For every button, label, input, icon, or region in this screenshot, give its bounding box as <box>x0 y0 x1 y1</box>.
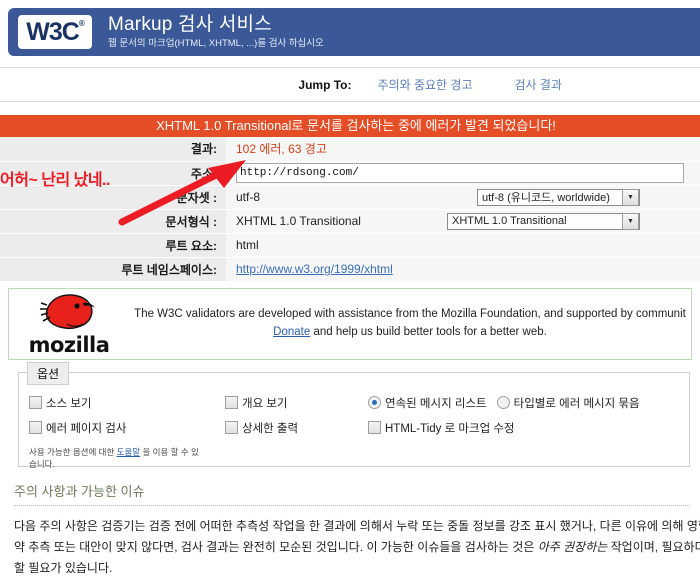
mozilla-wordmark: mozilla <box>28 332 110 357</box>
validation-info-table: 결과: 102 에러, 63 경고 주소: 문자셋 : utf-8 utf-8 … <box>0 137 700 282</box>
row-label-root-element: 루트 요소: <box>0 233 226 258</box>
mozilla-logo: mozilla <box>9 291 129 357</box>
jump-link-results[interactable]: 검사 결과 <box>515 76 563 93</box>
mozilla-sponsor-banner: mozilla The W3C validators are developed… <box>8 287 692 360</box>
charset-select[interactable]: utf-8 (유니코드, worldwide) ▼ <box>477 188 640 206</box>
row-value-doctype: XHTML 1.0 Transitional XHTML 1.0 Transit… <box>226 209 700 234</box>
root-namespace-link[interactable]: http://www.w3.org/1999/xhtml <box>236 262 393 276</box>
table-row-result: 결과: 102 에러, 63 경고 <box>0 137 700 162</box>
help-link[interactable]: 도움말 <box>117 447 140 457</box>
mozilla-banner-text: The W3C validators are developed with as… <box>129 306 691 342</box>
option-show-source[interactable]: 소스 보기 <box>29 395 225 411</box>
row-value-address <box>226 161 700 186</box>
row-value-result: 102 에러, 63 경고 <box>226 137 700 162</box>
option-label: 개요 보기 <box>242 397 288 410</box>
radio-option-grouped[interactable]: 타입별로 에러 메시지 묶음 <box>496 395 640 411</box>
options-grid: 소스 보기 개요 보기 연속된 메시지 리스트 타입별로 에러 메시지 묶음 에… <box>19 373 689 436</box>
radio-option-list[interactable]: 연속된 메시지 리스트 <box>368 395 487 411</box>
radio-icon[interactable] <box>368 396 381 409</box>
doctype-value-text: XHTML 1.0 Transitional <box>236 214 361 228</box>
dinosaur-icon <box>40 293 95 329</box>
checkbox-icon[interactable] <box>29 396 42 409</box>
donate-link[interactable]: Donate <box>273 326 310 338</box>
option-label: 소스 보기 <box>46 397 92 410</box>
row-value-root-namespace: http://www.w3.org/1999/xhtml <box>226 257 700 282</box>
notes-heading: 주의 사항과 가능한 이슈 <box>14 481 690 506</box>
page-header: W3C ® Markup 검사 서비스 웹 문서의 마크업(HTML, XHTML… <box>0 0 700 68</box>
registered-mark-icon: ® <box>78 18 85 28</box>
notes-paragraph: 다음 주의 사항은 검증기는 검증 전에 어떠한 추측성 작업을 한 결과에 의… <box>14 516 700 579</box>
options-fieldset: 옵션 소스 보기 개요 보기 연속된 메시지 리스트 타입별로 에러 메시지 묶… <box>18 361 690 469</box>
validation-error-banner: XHTML 1.0 Transitional로 문서를 검사하는 중에 에러가 … <box>0 115 700 137</box>
checkbox-icon[interactable] <box>368 421 381 434</box>
row-label-root-namespace: 루트 네임스페이스: <box>0 257 226 282</box>
jump-to-label: Jump To: <box>298 77 352 92</box>
notes-line-1: 다음 주의 사항은 검증기는 검증 전에 어떠한 추측성 작업을 한 결과에 의… <box>14 518 700 533</box>
row-value-charset: utf-8 utf-8 (유니코드, worldwide) ▼ <box>226 185 700 210</box>
options-legend: 옵션 <box>27 361 70 385</box>
result-count-text: 102 에러, 63 경고 <box>236 142 327 157</box>
chevron-down-icon: ▼ <box>622 212 639 230</box>
option-verbose-output[interactable]: 상세한 출력 <box>225 420 368 436</box>
notes-line-2b: 작업이며, 필요하다 <box>607 539 700 554</box>
option-label: HTML-Tidy 로 마크업 수정 <box>385 422 515 435</box>
header-text: Markup 검사 서비스 웹 문서의 마크업(HTML, XHTML, ...… <box>108 15 324 49</box>
table-row-root-namespace: 루트 네임스페이스: http://www.w3.org/1999/xhtml <box>0 257 700 282</box>
checkbox-icon[interactable] <box>225 421 238 434</box>
row-label-result: 결과: <box>0 137 226 162</box>
option-label: 상세한 출력 <box>242 422 299 435</box>
option-label: 에러 페이지 검사 <box>46 422 127 435</box>
message-display-radio-group: 연속된 메시지 리스트 타입별로 에러 메시지 묶음 <box>368 395 689 411</box>
annotation-text: 어허~ 난리 났네.. <box>0 172 110 189</box>
notes-line-3: 할 필요가 있습니다. <box>14 560 113 575</box>
charset-value-text: utf-8 <box>236 190 261 204</box>
header-band: W3C ® Markup 검사 서비스 웹 문서의 마크업(HTML, XHTML… <box>8 8 700 56</box>
charset-select-value: utf-8 (유니코드, worldwide) <box>482 192 610 204</box>
checkbox-icon[interactable] <box>29 421 42 434</box>
option-clean-up-markup-tidy[interactable]: HTML-Tidy 로 마크업 수정 <box>368 420 689 436</box>
page-title: Markup 검사 서비스 <box>108 14 272 36</box>
page-subtitle: 웹 문서의 마크업(HTML, XHTML, ...)를 검사 하십시오 <box>108 37 324 49</box>
radio-icon[interactable] <box>496 396 510 409</box>
option-validate-error-pages[interactable]: 에러 페이지 검사 <box>29 420 225 436</box>
notes-line-2a: 약 추측 또는 대안이 맞지 않다면, 검사 결과는 완전히 모순된 것입니다.… <box>14 539 538 554</box>
help-text-pre: 사용 가능한 옵션에 대한 <box>29 446 117 457</box>
table-row-doctype: 문서형식 : XHTML 1.0 Transitional XHTML 1.0 … <box>0 209 700 234</box>
table-row-root-element: 루트 요소: html <box>0 233 700 258</box>
row-value-root-element: html <box>226 233 700 258</box>
w3c-logo-text: W3C <box>26 17 80 46</box>
radio-label: 연속된 메시지 리스트 <box>385 397 487 410</box>
options-help-text: 사용 가능한 옵션에 대한 도움말 을 이용 할 수 있습니다. <box>19 436 199 472</box>
checkbox-icon[interactable] <box>225 396 238 409</box>
option-show-outline[interactable]: 개요 보기 <box>225 395 368 411</box>
chevron-down-icon: ▼ <box>622 188 639 206</box>
jump-to-nav: Jump To: 주의와 중요한 경고 검사 결과 <box>0 68 700 102</box>
address-input[interactable] <box>236 163 684 183</box>
notes-section: 주의 사항과 가능한 이슈 다음 주의 사항은 검증기는 검증 전에 어떠한 추… <box>14 481 700 582</box>
doctype-select[interactable]: XHTML 1.0 Transitional ▼ <box>447 212 640 230</box>
page-root: W3C ® Markup 검사 서비스 웹 문서의 마크업(HTML, XHTML… <box>0 0 700 582</box>
mozilla-line-2: and help us build better tools for a bet… <box>310 325 547 338</box>
jump-link-warnings[interactable]: 주의와 중요한 경고 <box>378 76 473 93</box>
mozilla-line-1: The W3C validators are developed with as… <box>134 307 686 320</box>
row-label-doctype: 문서형식 : <box>0 209 226 234</box>
doctype-select-value: XHTML 1.0 Transitional <box>452 215 567 227</box>
w3c-logo[interactable]: W3C ® <box>18 15 92 49</box>
radio-label: 타입별로 에러 메시지 묶음 <box>513 397 640 410</box>
notes-emphasis: 아주 권장하는 <box>537 539 608 554</box>
